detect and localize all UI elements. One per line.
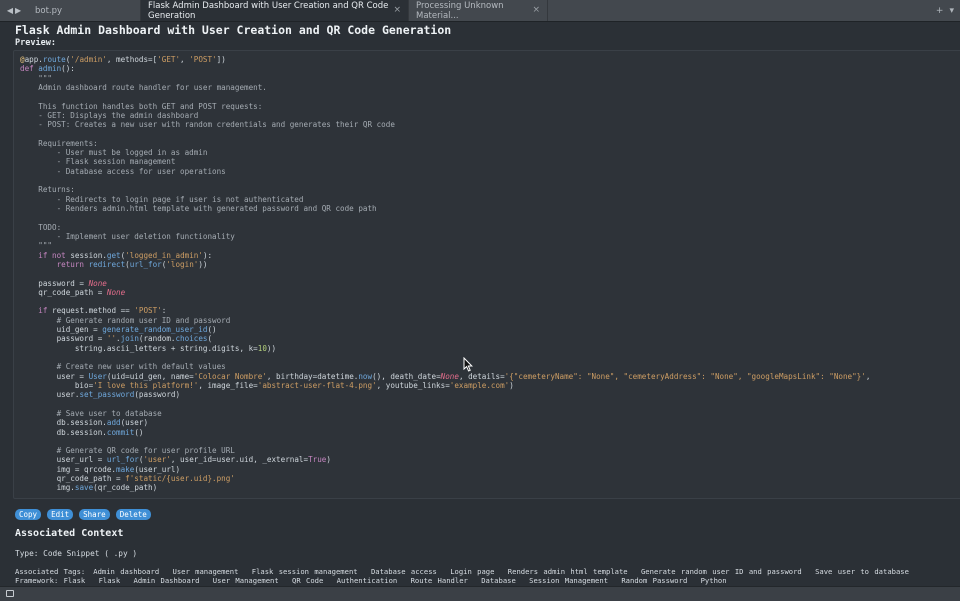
tag-item: Python xyxy=(700,576,727,585)
tab-label: Flask Admin Dashboard with User Creation… xyxy=(148,0,389,21)
preview-label: Preview: xyxy=(15,38,56,48)
tab-bar-controls: + ▾ xyxy=(936,0,960,21)
tab-label: bot.py xyxy=(35,5,63,16)
tag-item: Renders admin html template xyxy=(507,567,628,576)
edit-button[interactable]: Edit xyxy=(47,509,74,520)
tag-item: Flask session management xyxy=(251,567,358,576)
page-title: Flask Admin Dashboard with User Creation… xyxy=(15,23,452,37)
tag-item: QR Code xyxy=(292,576,324,585)
tag-item: Generate random user ID and password xyxy=(640,567,802,576)
mouse-pointer-icon xyxy=(463,357,473,372)
tab-label: Processing Unknown Material... xyxy=(416,0,504,21)
associated-context-title: Associated Context xyxy=(15,528,124,539)
window-icon[interactable] xyxy=(6,590,14,597)
tag-item: Random Password xyxy=(621,576,688,585)
code-preview[interactable]: @app.route('/admin', methods=['GET', 'PO… xyxy=(13,50,960,499)
tab-processing-unknown-material[interactable]: Processing Unknown Material... × xyxy=(409,0,548,21)
code-block: @app.route('/admin', methods=['GET', 'PO… xyxy=(20,55,871,493)
status-bar xyxy=(0,586,960,601)
close-icon[interactable]: × xyxy=(532,5,540,15)
tag-item: Database access xyxy=(370,567,437,576)
chevron-down-icon[interactable]: ▾ xyxy=(949,6,954,16)
chevron-left-icon[interactable]: ◀ xyxy=(7,6,13,15)
tag-item: User Management xyxy=(212,576,279,585)
plus-icon[interactable]: + xyxy=(936,6,944,16)
tags-label: Associated Tags: xyxy=(15,567,86,576)
chevron-right-icon[interactable]: ▶ xyxy=(15,6,21,15)
tag-item: Authentication xyxy=(336,576,398,585)
associated-tags: Associated Tags: Admin dashboard User man… xyxy=(15,567,955,585)
tab-flask-admin-dashboard[interactable]: Flask Admin Dashboard with User Creation… xyxy=(141,0,409,21)
share-button[interactable]: Share xyxy=(79,509,110,520)
action-buttons: Copy Edit Share Delete xyxy=(15,509,151,520)
tab-navigation: ◀ ▶ xyxy=(0,0,28,21)
snippet-type: Type: Code Snippet ( .py ) xyxy=(15,549,138,558)
tag-item: Login page xyxy=(450,567,495,576)
tag-item: Session Management xyxy=(529,576,609,585)
tags-list: Admin dashboard User management Flask se… xyxy=(15,567,917,585)
tag-item: Route Handler xyxy=(410,576,468,585)
tag-item: Framework: Flask xyxy=(15,576,86,585)
tab-bot-py[interactable]: bot.py xyxy=(28,0,141,21)
tag-item: Flask xyxy=(98,576,121,585)
delete-button[interactable]: Delete xyxy=(115,509,151,520)
tag-item: Save user to database xyxy=(815,567,909,576)
tag-item: Admin dashboard xyxy=(93,567,160,576)
tag-item: Database xyxy=(481,576,516,585)
tab-bar: ◀ ▶ bot.py Flask Admin Dashboard with Us… xyxy=(0,0,960,22)
copy-button[interactable]: Copy xyxy=(15,509,42,520)
close-icon[interactable]: × xyxy=(393,5,401,15)
tag-item: Admin Dashboard xyxy=(133,576,200,585)
tag-item: User management xyxy=(172,567,239,576)
